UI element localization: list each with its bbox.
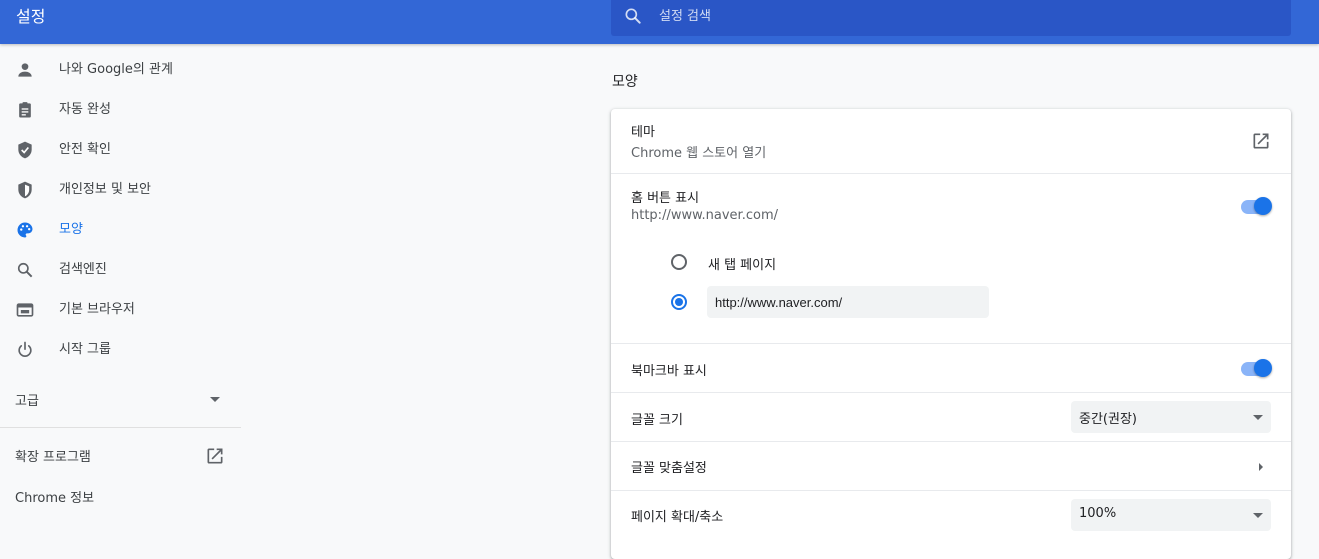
sidebar-item-label: 모양 xyxy=(59,222,83,237)
font-size-select[interactable]: 중간(권장) xyxy=(1071,401,1271,433)
home-button-sublabel: http://www.naver.com/ xyxy=(631,208,778,223)
toggle-knob xyxy=(1254,197,1272,215)
browser-icon xyxy=(16,303,34,317)
caret-down-icon xyxy=(210,397,220,402)
sidebar-item-label: 안전 확인 xyxy=(59,142,111,157)
radio-new-tab-label: 새 탭 페이지 xyxy=(708,258,777,273)
sidebar-item-on-startup[interactable]: 시작 그룹 xyxy=(0,332,240,372)
power-icon xyxy=(18,341,32,357)
bookmarks-bar-toggle[interactable] xyxy=(1239,359,1273,379)
theme-sublabel: Chrome 웹 스토어 열기 xyxy=(631,146,767,161)
font-size-label: 글꼴 크기 xyxy=(631,413,683,428)
sidebar-divider xyxy=(0,427,241,428)
sidebar-item-label: 기본 브라우저 xyxy=(59,302,135,317)
page-title: 설정 xyxy=(16,7,46,26)
sidebar-item-label: 검색엔진 xyxy=(59,262,107,277)
font-size-row: 글꼴 크기 중간(권장) xyxy=(611,392,1291,441)
radio-custom-url[interactable] xyxy=(671,294,687,310)
sidebar-item-default-browser[interactable]: 기본 브라우저 xyxy=(0,292,240,332)
sidebar-item-search-engine[interactable]: 검색엔진 xyxy=(0,252,240,292)
sidebar: 나와 Google의 관계 자동 완성 안전 확인 개인정보 및 보안 모양 검… xyxy=(0,52,240,422)
sidebar-item-label: 나와 Google의 관계 xyxy=(59,62,173,77)
page-zoom-label: 페이지 확대/축소 xyxy=(631,510,724,525)
sidebar-item-label: 개인정보 및 보안 xyxy=(59,182,151,197)
page-zoom-value: 100% xyxy=(1079,506,1117,521)
theme-row[interactable]: 테마 Chrome 웹 스토어 열기 xyxy=(611,109,1291,173)
home-button-label: 홈 버튼 표시 xyxy=(631,191,700,206)
custom-url-input[interactable] xyxy=(707,286,989,318)
caret-down-icon xyxy=(1253,513,1263,518)
sidebar-item-label: 자동 완성 xyxy=(59,102,111,117)
search-box[interactable] xyxy=(611,0,1291,36)
search-icon xyxy=(625,8,641,24)
top-bar: 설정 xyxy=(0,0,1319,44)
advanced-label: 고급 xyxy=(15,394,39,409)
shield-check-icon xyxy=(18,141,32,159)
shield-icon xyxy=(18,181,32,199)
advanced-toggle[interactable]: 고급 xyxy=(0,378,240,422)
open-in-new-icon[interactable] xyxy=(1251,131,1271,151)
chevron-right-icon xyxy=(1259,463,1263,471)
section-title: 모양 xyxy=(612,74,638,90)
person-icon xyxy=(18,63,32,77)
sidebar-item-label: 확장 프로그램 xyxy=(15,450,91,465)
sidebar-item-you-and-google[interactable]: 나와 Google의 관계 xyxy=(0,52,240,92)
appearance-card: 테마 Chrome 웹 스토어 열기 홈 버튼 표시 http://www.na… xyxy=(611,109,1291,559)
sidebar-item-about-chrome[interactable]: Chrome 정보 xyxy=(0,480,240,512)
sidebar-item-extensions[interactable]: 확장 프로그램 xyxy=(0,440,240,472)
search-input[interactable] xyxy=(657,2,1261,30)
sidebar-item-label: 시작 그룹 xyxy=(59,342,111,357)
radio-new-tab[interactable] xyxy=(671,254,687,270)
palette-icon xyxy=(17,222,33,238)
sidebar-item-appearance[interactable]: 모양 xyxy=(0,212,240,252)
customize-fonts-label: 글꼴 맞춤설정 xyxy=(631,461,707,476)
caret-down-icon xyxy=(1253,415,1263,420)
page-zoom-select[interactable]: 100% xyxy=(1071,499,1271,531)
bookmarks-bar-label: 북마크바 표시 xyxy=(631,364,707,379)
sidebar-item-safety-check[interactable]: 안전 확인 xyxy=(0,132,240,172)
font-size-value: 중간(권장) xyxy=(1079,412,1137,427)
toggle-knob xyxy=(1254,359,1272,377)
bookmarks-bar-row[interactable]: 북마크바 표시 xyxy=(611,343,1291,392)
search-icon xyxy=(17,262,33,278)
theme-label: 테마 xyxy=(631,125,655,140)
sidebar-item-privacy[interactable]: 개인정보 및 보안 xyxy=(0,172,240,212)
open-in-new-icon xyxy=(207,448,223,464)
sidebar-item-label: Chrome 정보 xyxy=(15,491,95,506)
home-button-row: 홈 버튼 표시 http://www.naver.com/ 새 탭 페이지 xyxy=(611,173,1291,344)
customize-fonts-row[interactable]: 글꼴 맞춤설정 xyxy=(611,441,1291,490)
clipboard-icon xyxy=(19,102,31,118)
page-zoom-row: 페이지 확대/축소 100% xyxy=(611,490,1291,539)
sidebar-item-autofill[interactable]: 자동 완성 xyxy=(0,92,240,132)
home-button-toggle[interactable] xyxy=(1239,197,1273,217)
